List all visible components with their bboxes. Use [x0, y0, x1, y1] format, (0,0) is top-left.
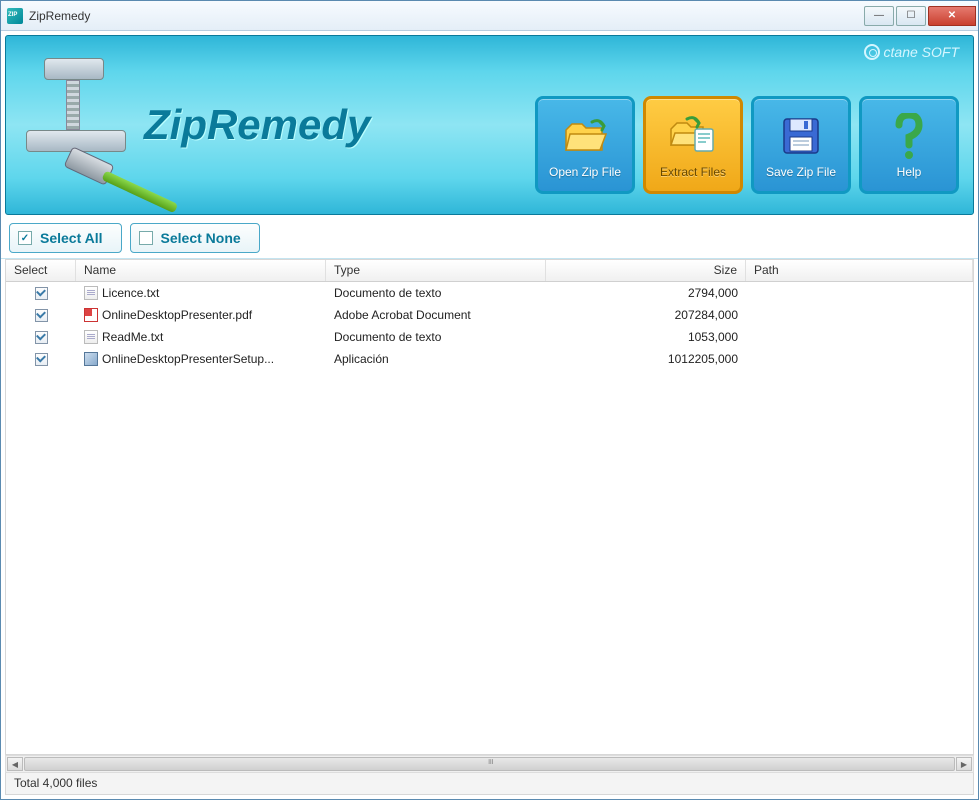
window-title: ZipRemedy	[29, 9, 862, 23]
open-zip-button[interactable]: Open Zip File	[535, 96, 635, 194]
table-header: Select Name Type Size Path	[6, 260, 973, 282]
vendor-logo: ctane SOFT	[864, 44, 959, 60]
help-label: Help	[897, 165, 922, 179]
cell-select	[6, 329, 76, 346]
save-zip-button[interactable]: Save Zip File	[751, 96, 851, 194]
select-none-button[interactable]: Select None	[130, 223, 260, 253]
banner: ZipRemedy ctane SOFT Open Zip File Extra…	[5, 35, 974, 215]
file-table: Select Name Type Size Path Licence.txt Do…	[5, 259, 974, 755]
scroll-left-arrow-icon[interactable]: ◀	[7, 757, 23, 771]
cell-type: Documento de texto	[326, 284, 546, 302]
check-icon: ✓	[18, 231, 32, 245]
select-all-button[interactable]: ✓ Select All	[9, 223, 122, 253]
status-text: Total 4,000 files	[14, 776, 97, 790]
pdf-file-icon	[84, 308, 98, 322]
row-checkbox[interactable]	[35, 309, 48, 322]
cell-path	[746, 335, 973, 339]
folder-open-icon	[560, 111, 610, 161]
cell-name: OnlineDesktopPresenterSetup...	[76, 350, 326, 369]
row-checkbox[interactable]	[35, 287, 48, 300]
txt-file-icon	[84, 286, 98, 300]
vendor-name: ctane SOFT	[884, 44, 959, 60]
minimize-icon: —	[874, 10, 884, 21]
cell-name: ReadMe.txt	[76, 328, 326, 347]
header-path[interactable]: Path	[746, 260, 973, 281]
table-row[interactable]: OnlineDesktopPresenter.pdf Adobe Acrobat …	[6, 304, 973, 326]
table-body: Licence.txtDocumento de texto2794,000Onl…	[6, 282, 973, 754]
exe-file-icon	[84, 352, 98, 366]
select-all-label: Select All	[40, 230, 103, 246]
row-checkbox[interactable]	[35, 353, 48, 366]
main-toolbar: Open Zip File Extract Files Save Zip Fil…	[535, 96, 959, 194]
cell-type: Aplicación	[326, 350, 546, 368]
uncheck-icon	[139, 231, 153, 245]
floppy-save-icon	[776, 111, 826, 161]
app-window: ZipRemedy — ☐ ✕ ZipRemedy ctane SOFT	[0, 0, 979, 800]
row-checkbox[interactable]	[35, 331, 48, 344]
cell-select	[6, 285, 76, 302]
brand-name: ZipRemedy	[144, 101, 370, 149]
header-size[interactable]: Size	[546, 260, 746, 281]
vendor-mark-icon	[864, 44, 880, 60]
save-zip-label: Save Zip File	[766, 165, 836, 179]
file-name: OnlineDesktopPresenterSetup...	[102, 352, 274, 366]
cell-select	[6, 351, 76, 368]
scroll-right-arrow-icon[interactable]: ▶	[956, 757, 972, 771]
maximize-icon: ☐	[907, 10, 916, 21]
cell-type: Documento de texto	[326, 328, 546, 346]
help-icon	[884, 111, 934, 161]
file-name: Licence.txt	[102, 286, 159, 300]
cell-select	[6, 307, 76, 324]
cell-size: 1053,000	[546, 328, 746, 346]
cell-path	[746, 357, 973, 361]
folder-extract-icon	[668, 111, 718, 161]
select-none-label: Select None	[161, 230, 241, 246]
help-button[interactable]: Help	[859, 96, 959, 194]
titlebar[interactable]: ZipRemedy — ☐ ✕	[1, 1, 978, 31]
table-row[interactable]: ReadMe.txt Documento de texto1053,000	[6, 326, 973, 348]
status-bar: Total 4,000 files	[5, 773, 974, 795]
maximize-button[interactable]: ☐	[896, 6, 926, 26]
selection-bar: ✓ Select All Select None	[1, 219, 978, 259]
app-icon	[7, 8, 23, 24]
cell-type: Adobe Acrobat Document	[326, 306, 546, 324]
cell-size: 2794,000	[546, 284, 746, 302]
header-select[interactable]: Select	[6, 260, 76, 281]
header-type[interactable]: Type	[326, 260, 546, 281]
cell-path	[746, 313, 973, 317]
extract-files-label: Extract Files	[660, 165, 726, 179]
cell-size: 207284,000	[546, 306, 746, 324]
logo-area: ZipRemedy	[26, 50, 370, 200]
minimize-button[interactable]: —	[864, 6, 894, 26]
table-row[interactable]: OnlineDesktopPresenterSetup... Aplicación…	[6, 348, 973, 370]
cell-name: OnlineDesktopPresenter.pdf	[76, 306, 326, 325]
extract-files-button[interactable]: Extract Files	[643, 96, 743, 194]
scroll-thumb[interactable]	[24, 757, 955, 771]
cell-path	[746, 291, 973, 295]
window-controls: — ☐ ✕	[862, 6, 976, 26]
file-name: ReadMe.txt	[102, 330, 163, 344]
txt-file-icon	[84, 330, 98, 344]
cell-size: 1012205,000	[546, 350, 746, 368]
close-icon: ✕	[948, 10, 956, 21]
open-zip-label: Open Zip File	[549, 165, 621, 179]
header-name[interactable]: Name	[76, 260, 326, 281]
file-name: OnlineDesktopPresenter.pdf	[102, 308, 252, 322]
table-row[interactable]: Licence.txt Documento de texto2794,000	[6, 282, 973, 304]
horizontal-scrollbar[interactable]: ◀ ▶	[5, 755, 974, 773]
cell-name: Licence.txt	[76, 284, 326, 303]
close-button[interactable]: ✕	[928, 6, 976, 26]
clamp-hammer-icon	[26, 50, 136, 200]
